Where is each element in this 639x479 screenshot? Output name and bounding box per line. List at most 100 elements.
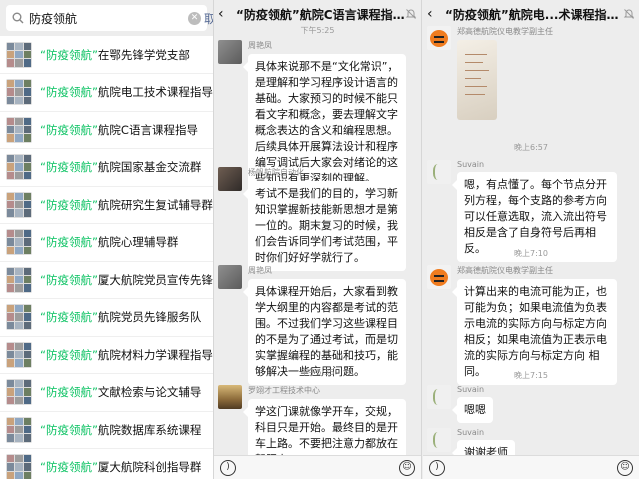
- message-bubble[interactable]: 嗯嗯: [452, 397, 493, 423]
- mute-icon: [623, 9, 635, 19]
- sender-name: 郑高德航院仪电教学副主任: [457, 266, 553, 275]
- search-box[interactable]: ✕: [6, 5, 207, 31]
- group-name: “防疫领航”航院国家基金交流群: [40, 159, 201, 175]
- group-name-rest: 航院研究生复试辅导群: [97, 197, 213, 212]
- group-name-rest: 航院C语言课程指导: [97, 122, 198, 137]
- avatar[interactable]: [427, 428, 451, 452]
- group-name: “防疫领航”航院研究生复试辅导群: [40, 197, 213, 213]
- avatar[interactable]: [218, 167, 242, 191]
- chat-header: ‹ “防疫领航”航院C语言课程指导(360): [214, 0, 421, 28]
- message: 郑高德航院仪电教学副主任: [427, 26, 553, 120]
- group-avatar: [6, 229, 32, 255]
- back-icon[interactable]: ‹: [427, 6, 441, 22]
- keyword-highlight: “防疫领航”: [40, 85, 98, 99]
- search-bar: ✕: [0, 0, 213, 36]
- group-name-rest: 航院心理辅导群: [97, 235, 179, 249]
- group-avatar: [6, 41, 32, 68]
- group-name-rest: 在鄂先锋学党支部: [97, 47, 190, 62]
- sender-name: Suvain: [457, 160, 485, 169]
- search-input[interactable]: [29, 11, 188, 25]
- search-result-item[interactable]: “防疫领航”航院电工技术课程指导: [0, 74, 213, 112]
- search-result-item[interactable]: “防疫领航”在鄂先锋学党支部: [0, 36, 213, 74]
- voice-icon[interactable]: ): [220, 459, 236, 476]
- sender-name: 郑高德航院仪电教学副主任: [457, 27, 553, 36]
- sender-name: 周艳凤: [248, 41, 272, 50]
- group-name-rest: 文献检索与论文辅导: [97, 385, 202, 399]
- search-result-item[interactable]: “防疫领航”文献检索与论文辅导: [0, 374, 213, 412]
- keyword-highlight: “防疫领航”: [40, 310, 98, 324]
- avatar[interactable]: [427, 385, 451, 409]
- group-avatar: [6, 341, 32, 368]
- group-avatar: [6, 116, 32, 143]
- search-result-item[interactable]: “防疫领航”航院数据库系统课程: [0, 411, 213, 449]
- group-avatar: [6, 191, 32, 218]
- message-bubble[interactable]: 考试不是我们的目的，学习新知识掌握新技能新思想才是第一位的。期末复习的时候，我们…: [243, 181, 406, 271]
- group-name-rest: 航院数据库系统课程: [97, 422, 202, 437]
- chat-title: “防疫领航”航院电...术课程指导(361): [445, 7, 623, 22]
- group-avatar: [6, 416, 32, 443]
- clear-icon[interactable]: ✕: [188, 11, 201, 25]
- mute-icon: [405, 9, 417, 19]
- group-name: “防疫领航”航院心理辅导群: [40, 234, 178, 250]
- keyword-highlight: “防疫领航”: [40, 160, 98, 174]
- search-result-item[interactable]: “防疫领航”航院材料力学课程指导: [0, 336, 213, 374]
- emoji-icon[interactable]: ☺: [399, 459, 415, 476]
- group-name-rest: 航院材料力学课程指导: [97, 347, 213, 362]
- keyword-highlight: “防疫领航”: [40, 122, 98, 137]
- sender-name: 杨帆航院自动化: [248, 168, 304, 177]
- keyword-highlight: “防疫领航”: [40, 347, 98, 362]
- group-name-rest: 航院党员先锋服务队: [97, 310, 202, 324]
- group-name-rest: 厦大航院党员宣传先锋: [97, 272, 213, 287]
- search-results-panel: ✕ 取 “防疫领航”在鄂先锋学党支部“防疫领航”航院电工技术课程指导“防疫领航”…: [0, 0, 214, 479]
- group-name-rest: 厦大航院科创指导群: [97, 460, 202, 474]
- search-result-item[interactable]: “防疫领航”航院心理辅导群: [0, 224, 213, 262]
- search-icon: [12, 12, 24, 24]
- group-avatar: [6, 266, 32, 293]
- avatar[interactable]: [427, 26, 451, 50]
- chat-electrical: ‹ “防疫领航”航院电...术课程指导(361) 郑高德航院仪电教学副主任 晚上…: [423, 0, 639, 479]
- timestamp: 晚上7:10: [514, 249, 548, 258]
- group-name: “防疫领航”航院材料力学课程指导: [40, 347, 213, 363]
- group-name: “防疫领航”厦大航院党员宣传先锋: [40, 272, 213, 288]
- search-result-item[interactable]: “防疫领航”厦大航院科创指导群: [0, 449, 213, 479]
- chat-header: ‹ “防疫领航”航院电...术课程指导(361): [423, 0, 639, 28]
- search-result-item[interactable]: “防疫领航”航院C语言课程指导: [0, 111, 213, 149]
- message: Suvain 嗯嗯: [427, 385, 493, 423]
- chat-title: “防疫领航”航院C语言课程指导(360): [236, 7, 405, 22]
- timestamp: 下午5:35: [300, 368, 335, 377]
- keyword-highlight: “防疫领航”: [40, 197, 98, 212]
- input-bar: ) ☺: [423, 455, 639, 479]
- timestamp: 晚上6:57: [514, 143, 548, 152]
- avatar[interactable]: [218, 40, 242, 64]
- sender-name: Suvain: [457, 385, 485, 394]
- emoji-icon[interactable]: ☺: [617, 459, 633, 476]
- search-result-item[interactable]: “防疫领航”航院研究生复试辅导群: [0, 186, 213, 224]
- search-result-item[interactable]: “防疫领航”厦大航院党员宣传先锋: [0, 261, 213, 299]
- voice-icon[interactable]: ): [429, 459, 445, 476]
- photo-message[interactable]: [457, 40, 497, 120]
- avatar[interactable]: [427, 265, 451, 289]
- search-result-item[interactable]: “防疫领航”航院国家基金交流群: [0, 149, 213, 187]
- group-avatar: [6, 154, 32, 180]
- avatar[interactable]: [427, 160, 451, 184]
- search-result-item[interactable]: “防疫领航”航院党员先锋服务队: [0, 299, 213, 337]
- keyword-highlight: “防疫领航”: [40, 385, 98, 399]
- timestamp: 下午5:25: [300, 26, 335, 35]
- input-bar: ) ☺: [214, 455, 421, 479]
- group-name: “防疫领航”航院数据库系统课程: [40, 422, 201, 438]
- keyword-highlight: “防疫领航”: [40, 235, 98, 249]
- group-name-rest: 航院电工技术课程指导: [97, 85, 213, 99]
- keyword-highlight: “防疫领航”: [40, 47, 98, 62]
- group-name: “防疫领航”文献检索与论文辅导: [40, 384, 201, 400]
- cancel-link-partial[interactable]: 取: [204, 10, 213, 27]
- group-name: “防疫领航”厦大航院科创指导群: [40, 459, 201, 475]
- group-name: “防疫领航”航院党员先锋服务队: [40, 309, 201, 325]
- group-name: “防疫领航”在鄂先锋学党支部: [40, 47, 190, 63]
- avatar[interactable]: [218, 265, 242, 289]
- avatar[interactable]: [218, 385, 242, 409]
- sender-name: 罗翊才工程技术中心: [248, 386, 320, 395]
- back-icon[interactable]: ‹: [218, 6, 232, 22]
- message: Suvain 嗯，有点懂了。每个节点分开列方程，每个支路的参考方向可以任意选取，…: [427, 160, 617, 262]
- keyword-highlight: “防疫领航”: [40, 422, 98, 437]
- keyword-highlight: “防疫领航”: [40, 460, 98, 474]
